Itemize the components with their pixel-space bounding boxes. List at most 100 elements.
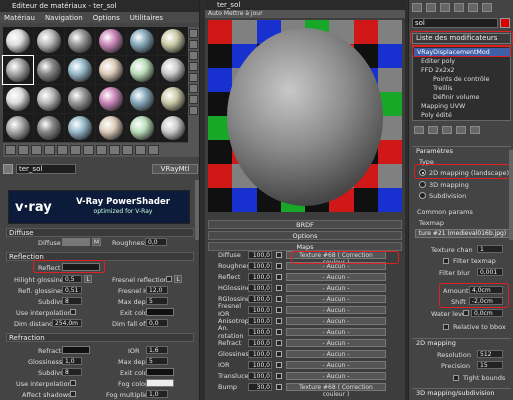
texture-chan-value[interactable]: 1 — [477, 245, 503, 253]
show-map-icon[interactable] — [109, 145, 120, 155]
filter-texmap-checkbox[interactable] — [443, 258, 449, 264]
material-slot[interactable] — [158, 56, 188, 84]
map-row-checkbox[interactable] — [276, 274, 282, 280]
menu-utilitaires[interactable]: Utilitaires — [130, 14, 163, 22]
refl-use-interp-checkbox[interactable] — [70, 309, 76, 315]
3d-mapping-section[interactable]: 3D mapping/subdivision — [412, 388, 511, 397]
map-row-checkbox[interactable] — [276, 307, 282, 313]
modifier-stack-item[interactable]: Points de contrôle — [433, 75, 490, 84]
material-slot[interactable] — [96, 27, 126, 55]
assign-to-selection-icon[interactable] — [31, 145, 42, 155]
material-slot[interactable] — [3, 85, 33, 113]
make-preview-icon[interactable] — [189, 84, 198, 93]
refr-exit-color-swatch[interactable] — [146, 368, 174, 376]
ior-value[interactable]: 1,6 — [146, 346, 168, 354]
copy-material-icon[interactable] — [57, 145, 68, 155]
material-preview-sphere[interactable] — [227, 28, 383, 206]
2d-mapping-section[interactable]: 2D mapping — [412, 338, 511, 347]
precision-value[interactable]: 15 — [477, 361, 503, 369]
map-row-amount[interactable]: 100,0 — [248, 317, 272, 325]
fresnel-lock-button[interactable]: L — [174, 275, 182, 283]
material-editor-scrollbar[interactable] — [195, 180, 199, 240]
select-by-material-icon[interactable] — [189, 106, 198, 115]
material-slot[interactable] — [2, 55, 34, 85]
material-slot[interactable] — [158, 85, 188, 113]
map-row-button[interactable]: Texture #68 ( Correction couleur ) — [286, 383, 386, 398]
water-level-checkbox[interactable] — [463, 310, 469, 316]
hierarchy-tab-icon[interactable] — [440, 3, 450, 12]
remove-modifier-icon[interactable] — [456, 126, 466, 134]
tab-options[interactable]: Options — [208, 231, 402, 240]
material-slot[interactable] — [158, 114, 188, 142]
refract-color-swatch[interactable] — [62, 346, 90, 354]
map-row-checkbox[interactable] — [276, 340, 282, 346]
map-row-checkbox[interactable] — [276, 318, 282, 324]
map-row-button[interactable]: - Aucun - — [286, 328, 386, 336]
material-slot[interactable] — [34, 114, 64, 142]
put-to-scene-icon[interactable] — [18, 145, 29, 155]
material-name-field[interactable]: ter_sol — [16, 164, 76, 174]
dim-distance-value[interactable]: 254,0m — [52, 319, 82, 327]
map-row-button[interactable]: - Aucun - — [286, 350, 386, 358]
map-row-checkbox[interactable] — [276, 351, 282, 357]
modifier-stack-item[interactable]: Définir volume — [433, 93, 479, 102]
eyedropper-icon[interactable] — [3, 164, 13, 174]
material-slot[interactable] — [127, 27, 157, 55]
make-unique-icon[interactable] — [442, 126, 452, 134]
parameters-header[interactable]: Paramètres — [412, 146, 511, 155]
configure-sets-icon[interactable] — [470, 126, 480, 134]
refraction-section[interactable]: Refraction — [6, 333, 194, 342]
material-slot[interactable] — [127, 114, 157, 142]
map-row-amount[interactable]: 100,0 — [248, 361, 272, 369]
map-row-checkbox[interactable] — [276, 384, 282, 390]
map-row-checkbox[interactable] — [276, 285, 282, 291]
refr-use-interp-checkbox[interactable] — [70, 380, 76, 386]
refr-subdivs-value[interactable]: 8 — [62, 368, 82, 376]
make-unique-icon[interactable] — [70, 145, 81, 155]
map-row-button[interactable]: - Aucun - — [286, 295, 386, 303]
options-icon[interactable] — [189, 95, 198, 104]
map-row-button[interactable]: - Aucun - — [286, 284, 386, 292]
map-row-amount[interactable]: 100,0 — [248, 295, 272, 303]
map-row-amount[interactable]: 100,0 — [248, 251, 272, 259]
create-tab-icon[interactable] — [412, 3, 422, 12]
material-slot[interactable] — [96, 85, 126, 113]
texmap-button[interactable]: ture #21 (medieval016b.jpg) — [415, 229, 510, 238]
map-row-amount[interactable]: 30,0 — [248, 383, 272, 391]
tab-brdf[interactable]: BRDF — [208, 220, 402, 229]
map-row-button[interactable]: - Aucun - — [286, 273, 386, 281]
map-row-button[interactable]: - Aucun - — [286, 372, 386, 380]
fresnel-reflections-checkbox[interactable] — [166, 276, 172, 282]
hilight-lock-button[interactable]: L — [84, 275, 92, 283]
menu-navigation[interactable]: Navigation — [45, 14, 83, 22]
utilities-tab-icon[interactable] — [482, 3, 492, 12]
material-slot[interactable] — [65, 85, 95, 113]
map-row-amount[interactable]: 100,0 — [248, 328, 272, 336]
object-color-swatch[interactable] — [500, 18, 510, 28]
diffuse-section[interactable]: Diffuse — [6, 228, 194, 237]
map-row-checkbox[interactable] — [276, 296, 282, 302]
water-level-value[interactable]: 0,0cm — [471, 309, 503, 317]
modifier-stack-item[interactable]: Mapping UVW — [421, 102, 465, 111]
fog-multiplier-value[interactable]: 1,0 — [146, 390, 168, 398]
material-slot[interactable] — [96, 114, 126, 142]
refl-exit-color-swatch[interactable] — [146, 308, 174, 316]
map-row-checkbox[interactable] — [276, 263, 282, 269]
fog-color-swatch[interactable] — [146, 379, 174, 387]
map-row-button[interactable]: - Aucun - — [286, 317, 386, 325]
reset-map-icon[interactable] — [44, 145, 55, 155]
filter-blur-value[interactable]: 0,001 — [477, 268, 503, 276]
map-row-amount[interactable]: 100,0 — [248, 339, 272, 347]
modify-tab-icon[interactable] — [426, 3, 436, 12]
pin-stack-icon[interactable] — [414, 126, 424, 134]
material-slot[interactable] — [3, 114, 33, 142]
radio-subdivision[interactable] — [419, 192, 426, 199]
modifier-stack-item[interactable]: FFD 2x2x2 — [421, 66, 455, 75]
sample-type-icon[interactable] — [189, 29, 198, 38]
material-id-icon[interactable] — [96, 145, 107, 155]
modifier-stack-item[interactable]: Treillis — [433, 84, 453, 93]
material-slot[interactable] — [96, 56, 126, 84]
material-type-button[interactable]: VRayMtl — [152, 164, 198, 174]
uv-tiling-icon[interactable] — [189, 62, 198, 71]
show-end-result-icon[interactable] — [428, 126, 438, 134]
